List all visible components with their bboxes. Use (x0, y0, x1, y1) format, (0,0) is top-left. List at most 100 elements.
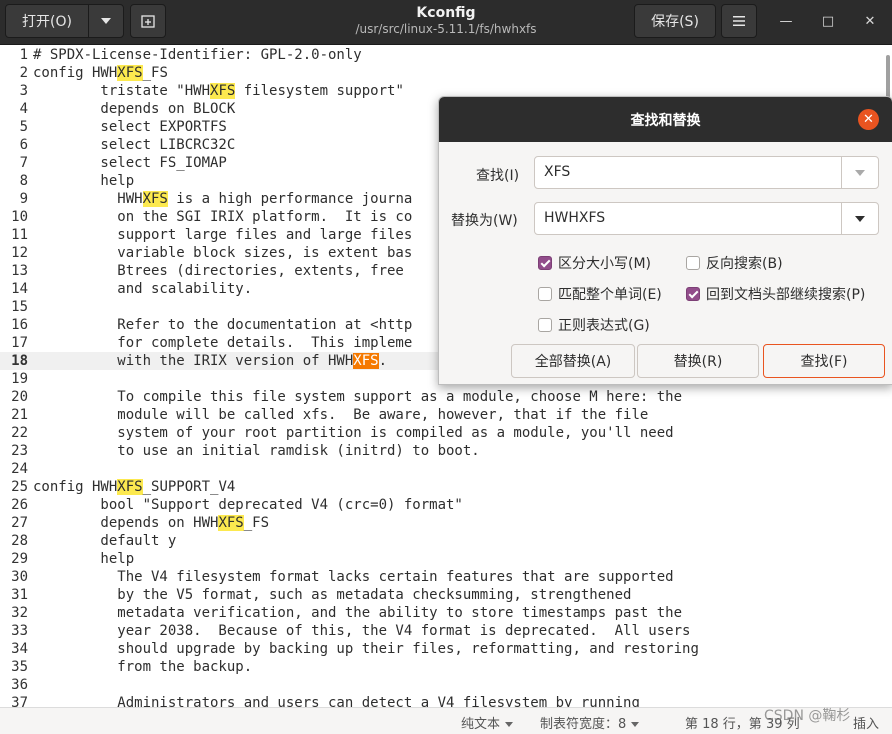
backwards-checkbox[interactable]: 反向搜索(B) (686, 253, 783, 273)
line-text: depends on BLOCK (33, 100, 235, 118)
text-run: help (33, 551, 135, 567)
text-run: is a high performance journa (167, 191, 413, 207)
code-line[interactable]: 1 # SPDX-License-Identifier: GPL-2.0-only (0, 46, 892, 64)
new-tab-button[interactable] (130, 4, 166, 38)
text-run: select LIBCRC32C (33, 137, 236, 153)
line-text: module will be called xfs. Be aware, how… (33, 406, 648, 424)
text-run: with the IRIX version of HWH (33, 353, 354, 369)
line-text: to use an initial ramdisk (initrd) to bo… (33, 442, 479, 460)
code-line[interactable]: 24 (0, 460, 892, 478)
code-line[interactable]: 23 to use an initial ramdisk (initrd) to… (0, 442, 892, 460)
code-line[interactable]: 26 bool "Support deprecated V4 (crc=0) f… (0, 496, 892, 514)
code-line[interactable]: 22 system of your root partition is comp… (0, 424, 892, 442)
line-text: # SPDX-License-Identifier: GPL-2.0-only (33, 46, 362, 64)
line-number: 25 (11, 479, 28, 495)
regex-label: 正则表达式(G) (558, 318, 650, 334)
chevron-down-icon (855, 170, 865, 176)
tab-width-selector[interactable]: 制表符宽度：8 (540, 713, 640, 732)
line-text: system of your root partition is compile… (33, 424, 673, 442)
find-button[interactable]: 查找(F) (763, 344, 885, 378)
code-line[interactable]: 20 To compile this file system support a… (0, 388, 892, 406)
text-run: Administrators and users can detect a V4… (33, 695, 640, 707)
line-number: 14 (11, 281, 28, 297)
window-subtitle: /usr/src/linux-5.11.1/fs/hwhxfs (355, 22, 537, 36)
text-run: . (378, 353, 388, 369)
backwards-box[interactable] (686, 256, 700, 270)
line-number: 19 (11, 371, 28, 387)
language-selector[interactable]: 纯文本 (461, 713, 514, 732)
language-label: 纯文本 (461, 717, 501, 732)
code-line[interactable]: 34 should upgrade by backing up their fi… (0, 640, 892, 658)
line-text: config HWHXFS_SUPPORT_V4 (33, 478, 235, 496)
line-number: 33 (11, 623, 28, 639)
insert-mode[interactable]: 插入 (853, 713, 879, 732)
window-title: Kconfig (416, 5, 476, 21)
line-text: help (33, 172, 134, 190)
text-run: should upgrade by backing up their files… (33, 641, 699, 657)
chevron-down-icon (631, 722, 640, 727)
wrap-around-checkbox[interactable]: 回到文档头部继续搜索(P) (686, 284, 865, 304)
text-run: by the V5 format, such as metadata check… (33, 587, 632, 603)
save-button-label: 保存(S) (651, 14, 699, 30)
replace-history-button[interactable] (841, 203, 878, 234)
maximize-button[interactable]: □ (818, 12, 838, 32)
line-text: on the SGI IRIX platform. It is co (33, 208, 412, 226)
code-line[interactable]: 36 (0, 676, 892, 694)
match-case-checkbox[interactable]: 区分大小写(M) (538, 253, 651, 273)
match-case-label: 区分大小写(M) (558, 256, 652, 272)
text-run: on the SGI IRIX platform. It is co (33, 209, 413, 225)
wrap-around-label: 回到文档头部继续搜索(P) (706, 287, 866, 303)
regex-box[interactable] (538, 318, 552, 332)
text-run: depends on BLOCK (33, 101, 236, 117)
line-text: bool "Support deprecated V4 (crc=0) form… (33, 496, 462, 514)
code-line[interactable]: 37 Administrators and users can detect a… (0, 694, 892, 707)
line-number: 20 (11, 389, 28, 405)
code-line[interactable]: 30 The V4 filesystem format lacks certai… (0, 568, 892, 586)
replace-button-label: 替换(R) (673, 354, 723, 370)
save-button[interactable]: 保存(S) (634, 4, 716, 38)
line-number: 23 (11, 443, 28, 459)
code-line[interactable]: 28 default y (0, 532, 892, 550)
line-text: select FS_IOMAP (33, 154, 226, 172)
open-button[interactable]: 打开(O) (5, 4, 89, 38)
wrap-around-box[interactable] (686, 287, 700, 301)
whole-word-checkbox[interactable]: 匹配整个单词(E) (538, 284, 662, 304)
code-line[interactable]: 27 depends on HWHXFS_FS (0, 514, 892, 532)
replace-all-button[interactable]: 全部替换(A) (511, 344, 635, 378)
line-number: 2 (19, 65, 28, 81)
whole-word-box[interactable] (538, 287, 552, 301)
replace-input-value: HWHXFS (544, 210, 606, 226)
replace-input[interactable]: HWHXFS (534, 202, 879, 235)
code-line[interactable]: 35 from the backup. (0, 658, 892, 676)
text-run: support large files and large files (33, 227, 413, 243)
match-case-box[interactable] (538, 256, 552, 270)
line-number: 35 (11, 659, 28, 675)
line-text: select EXPORTFS (33, 118, 226, 136)
line-number: 31 (11, 587, 28, 603)
line-text: HWHXFS is a high performance journa (33, 190, 412, 208)
line-number: 11 (11, 227, 28, 243)
line-number: 16 (11, 317, 28, 333)
code-line[interactable]: 29 help (0, 550, 892, 568)
code-line[interactable]: 2 config HWHXFS_FS (0, 64, 892, 82)
replace-button[interactable]: 替换(R) (637, 344, 759, 378)
menu-button[interactable] (721, 4, 757, 38)
open-button-label: 打开(O) (22, 14, 72, 30)
search-match: XFS (117, 65, 143, 81)
close-icon[interactable]: ✕ (858, 109, 879, 130)
chevron-down-icon (101, 18, 111, 24)
open-dropdown-button[interactable] (88, 4, 124, 38)
find-input[interactable]: XFS (534, 156, 879, 189)
find-history-button[interactable] (841, 157, 878, 188)
code-line[interactable]: 33 year 2038. Because of this, the V4 fo… (0, 622, 892, 640)
regex-checkbox[interactable]: 正则表达式(G) (538, 315, 650, 335)
window-close-button[interactable]: ✕ (860, 12, 880, 32)
tab-width-label: 制表符宽度：8 (540, 717, 627, 732)
code-line[interactable]: 31 by the V5 format, such as metadata ch… (0, 586, 892, 604)
line-text: help (33, 550, 134, 568)
code-line[interactable]: 32 metadata verification, and the abilit… (0, 604, 892, 622)
text-run: for complete details. This impleme (33, 335, 413, 351)
minimize-button[interactable]: — (776, 12, 796, 32)
code-line[interactable]: 21 module will be called xfs. Be aware, … (0, 406, 892, 424)
code-line[interactable]: 25 config HWHXFS_SUPPORT_V4 (0, 478, 892, 496)
